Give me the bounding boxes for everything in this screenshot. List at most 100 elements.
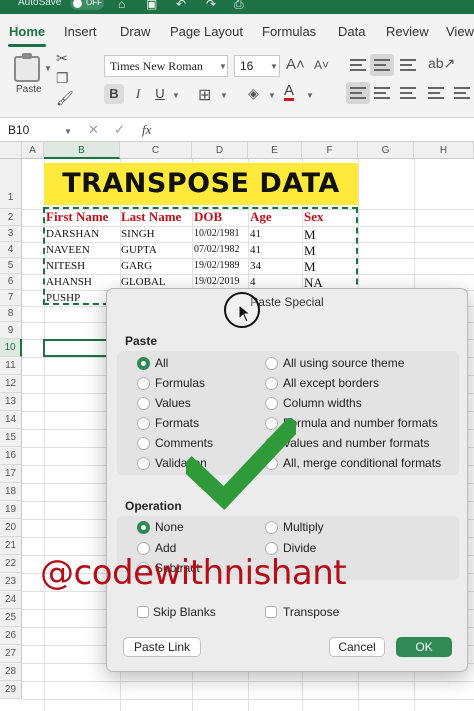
font-name-select[interactable]: Times New Roman (104, 55, 228, 77)
radio-column-widths[interactable] (265, 397, 278, 410)
align-top-button[interactable] (346, 54, 370, 76)
row-header-22[interactable]: 22 (0, 555, 22, 573)
orientation-button[interactable]: ab↗ (424, 54, 455, 76)
align-right-button[interactable] (396, 82, 420, 104)
option-formula-and-number-formats-label[interactable]: Formula and number formats (283, 416, 438, 430)
row-header-13[interactable]: 13 (0, 393, 22, 411)
redo-icon[interactable]: ↷ (206, 0, 216, 11)
row-header-16[interactable]: 16 (0, 447, 22, 465)
cancel-entry-icon[interactable]: ✕ (88, 122, 99, 138)
undo-icon[interactable]: ↶ (176, 0, 186, 11)
table-cell[interactable]: NITESH (46, 260, 85, 272)
radio-none[interactable] (137, 521, 150, 534)
row-header-12[interactable]: 12 (0, 375, 22, 393)
column-header-e[interactable]: E (248, 142, 302, 159)
row-header-21[interactable]: 21 (0, 537, 22, 555)
table-cell[interactable]: 10/02/1981 (194, 228, 240, 239)
column-header-b[interactable]: B (44, 142, 120, 159)
row-header-8[interactable]: 8 (0, 306, 22, 322)
column-header-f[interactable]: F (302, 142, 358, 159)
align-middle-button[interactable] (370, 54, 394, 76)
row-header-24[interactable]: 24 (0, 591, 22, 609)
table-cell[interactable]: 19/02/2019 (194, 276, 240, 287)
option-column-widths-label[interactable]: Column widths (283, 396, 362, 410)
underline-button[interactable]: U (150, 84, 170, 104)
row-header-23[interactable]: 23 (0, 573, 22, 591)
header-age[interactable]: Age (250, 209, 272, 225)
row-header-19[interactable]: 19 (0, 501, 22, 519)
row-header-29[interactable]: 29 (0, 681, 22, 699)
tab-data[interactable]: Data (338, 24, 365, 39)
row-header-26[interactable]: 26 (0, 627, 22, 645)
paste-button-label[interactable]: Paste (16, 84, 42, 95)
row-header-3[interactable]: 3 (0, 226, 22, 242)
row-header-5[interactable]: 5 (0, 258, 22, 274)
header-last-name[interactable]: Last Name (121, 209, 181, 225)
radio-all-using-source-theme[interactable] (265, 357, 278, 370)
autosave-toggle[interactable]: OFF (70, 0, 104, 10)
decrease-font-icon[interactable]: A˅ (314, 58, 329, 72)
copy-icon[interactable]: ❐ (56, 70, 69, 87)
row-header-14[interactable]: 14 (0, 411, 22, 429)
column-header-a[interactable]: A (22, 142, 44, 159)
header-first-name[interactable]: First Name (46, 209, 108, 225)
table-cell[interactable]: 07/02/1982 (194, 244, 240, 255)
size-dropdown-icon[interactable]: ▼ (270, 62, 278, 71)
header-sex[interactable]: Sex (304, 209, 324, 225)
transpose-checkbox[interactable] (265, 606, 277, 618)
transpose-label[interactable]: Transpose (283, 605, 339, 619)
format-painter-icon[interactable]: 🖌 (56, 90, 74, 107)
row-header-18[interactable]: 18 (0, 483, 22, 501)
tab-page-layout[interactable]: Page Layout (170, 24, 243, 39)
increase-indent-button[interactable] (450, 82, 474, 104)
table-cell[interactable]: M (304, 259, 316, 275)
column-header-c[interactable]: C (120, 142, 192, 159)
row-header-20[interactable]: 20 (0, 519, 22, 537)
bold-button[interactable]: B (104, 84, 124, 104)
align-left-button[interactable] (346, 82, 370, 104)
radio-formulas[interactable] (137, 377, 150, 390)
radio-formats[interactable] (137, 417, 150, 430)
table-cell[interactable]: 41 (250, 228, 261, 240)
tab-review[interactable]: Review (386, 24, 429, 39)
confirm-entry-icon[interactable]: ✓ (114, 122, 125, 138)
tab-draw[interactable]: Draw (120, 24, 150, 39)
font-dropdown-icon[interactable]: ▼ (219, 62, 227, 71)
print-icon[interactable]: ⎙ (234, 0, 244, 12)
row-header-6[interactable]: 6 (0, 274, 22, 290)
selected-cell-b10[interactable] (43, 339, 108, 357)
font-color-dropdown-icon[interactable]: ▼ (306, 91, 314, 100)
table-cell[interactable]: 34 (250, 260, 261, 272)
row-header-4[interactable]: 4 (0, 242, 22, 258)
option-all-using-source-theme-label[interactable]: All using source theme (283, 356, 404, 370)
radio-all[interactable] (137, 357, 150, 370)
row-header-1[interactable]: 1 (0, 159, 22, 209)
align-center-button[interactable] (370, 82, 394, 104)
save-icon[interactable]: ▣ (146, 0, 157, 11)
radio-comments[interactable] (137, 437, 150, 450)
row-header-7[interactable]: 7 (0, 290, 22, 306)
option-values-and-number-formats-label[interactable]: Values and number formats (283, 436, 430, 450)
tab-home[interactable]: Home (9, 24, 45, 39)
fill-dropdown-icon[interactable]: ▼ (268, 91, 276, 100)
radio-validation[interactable] (137, 457, 150, 470)
row-header-25[interactable]: 25 (0, 609, 22, 627)
insert-function-icon[interactable]: fx (142, 122, 151, 138)
header-dob[interactable]: DOB (194, 209, 222, 225)
row-header-9[interactable]: 9 (0, 322, 22, 339)
paste-link-button[interactable]: Paste Link (123, 637, 201, 657)
paste-dropdown-icon[interactable]: ▼ (44, 64, 52, 73)
borders-dropdown-icon[interactable]: ▼ (220, 91, 228, 100)
tab-insert[interactable]: Insert (64, 24, 97, 39)
select-all-corner[interactable] (0, 142, 22, 159)
option-formulas-label[interactable]: Formulas (155, 376, 205, 390)
borders-icon[interactable]: ⊞ (198, 85, 211, 105)
row-header-28[interactable]: 28 (0, 663, 22, 681)
option-all-label[interactable]: All (155, 356, 168, 370)
name-box-dropdown-icon[interactable]: ▼ (64, 127, 72, 136)
cancel-button[interactable]: Cancel (329, 637, 385, 657)
fill-color-icon[interactable]: ◈ (248, 85, 259, 102)
row-header-27[interactable]: 27 (0, 645, 22, 663)
option-none-label[interactable]: None (155, 520, 184, 534)
table-cell[interactable]: AHANSH (46, 276, 92, 288)
